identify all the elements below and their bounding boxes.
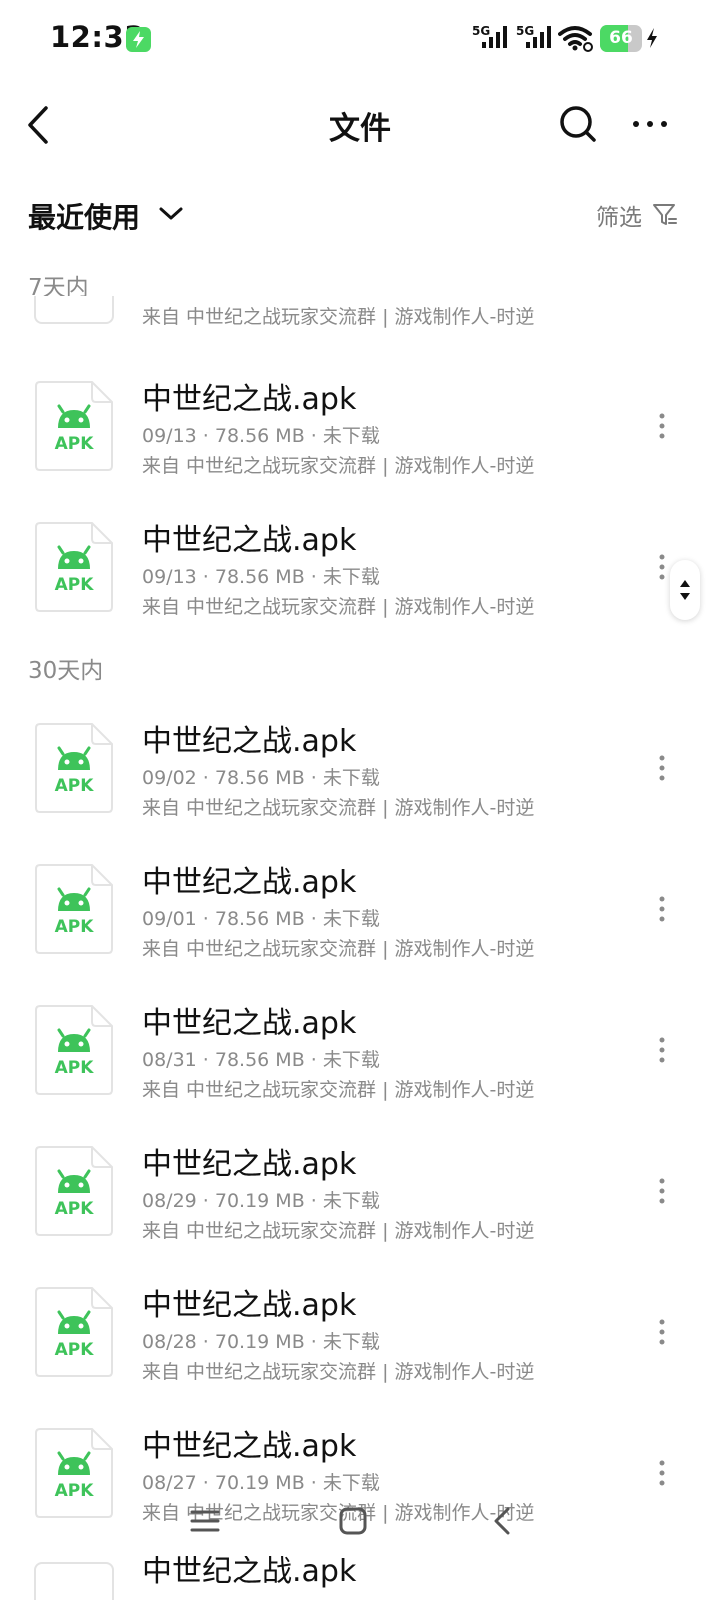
battery-level: 66 xyxy=(609,28,633,48)
file-source: 来自 中世纪之战玩家交流群 | 游戏制作人-时逆 xyxy=(142,1220,535,1242)
network-type-label: 5G xyxy=(516,24,535,38)
menu-icon[interactable] xyxy=(190,1508,220,1534)
file-name: 中世纪之战.apk xyxy=(142,865,357,900)
apk-label: APK xyxy=(54,776,94,796)
file-name: 中世纪之战.apk xyxy=(142,724,357,759)
scroll-arrows-icon xyxy=(680,580,690,600)
apk-label: APK xyxy=(54,1199,94,1219)
cellular-signal-icon: 5G xyxy=(516,24,556,54)
file-source: 来自 中世纪之战玩家交流群 | 游戏制作人-时逆 xyxy=(142,797,535,819)
file-meta: 09/01 · 78.56 MB · 未下载 xyxy=(142,908,380,930)
section-header-30-days: 30天内 xyxy=(28,658,104,684)
file-list-item[interactable]: APK 中世纪之战.apk 08/29 · 70.19 MB · 未下载 来自 … xyxy=(0,1131,720,1272)
battery-indicator: 66 xyxy=(600,25,642,52)
app-header: 文件 xyxy=(0,80,720,170)
file-source: 来自 中世纪之战玩家交流群 | 游戏制作人-时逆 xyxy=(142,1361,535,1383)
system-nav-bar xyxy=(0,1490,720,1560)
filter-button[interactable]: 筛选 xyxy=(596,198,677,234)
file-list-item[interactable]: APK 中世纪之战.apk 09/13 · 78.56 MB · 未下载 来自 … xyxy=(0,507,720,648)
file-name: 中世纪之战.apk xyxy=(142,1556,357,1589)
more-vertical-icon[interactable] xyxy=(650,1030,674,1070)
search-button[interactable] xyxy=(556,102,600,146)
apk-file-icon: APK xyxy=(34,1145,114,1237)
more-vertical-icon[interactable] xyxy=(650,1453,674,1493)
more-vertical-icon[interactable] xyxy=(650,406,674,446)
apk-label: APK xyxy=(54,1058,94,1078)
file-source: 来自 中世纪之战玩家交流群 | 游戏制作人-时逆 xyxy=(142,938,535,960)
file-meta: 08/28 · 70.19 MB · 未下载 xyxy=(142,1331,380,1353)
more-vertical-icon[interactable] xyxy=(650,889,674,929)
apk-file-icon: APK xyxy=(34,863,114,955)
sort-dropdown[interactable]: 最近使用 xyxy=(28,196,140,236)
apk-file-icon xyxy=(34,296,114,324)
file-list-item[interactable]: APK 中世纪之战.apk 08/31 · 78.56 MB · 未下载 来自 … xyxy=(0,990,720,1131)
file-name: 中世纪之战.apk xyxy=(142,1288,357,1323)
power-saving-icon xyxy=(126,27,151,52)
sort-bar: 最近使用 筛选 xyxy=(0,190,720,240)
network-type-label: 5G xyxy=(472,24,491,38)
more-vertical-icon[interactable] xyxy=(650,1312,674,1352)
apk-file-icon: APK xyxy=(34,722,114,814)
file-list-item[interactable]: 中世纪之战.apk xyxy=(0,1556,720,1600)
file-name: 中世纪之战.apk xyxy=(142,1429,357,1464)
file-meta: 08/29 · 70.19 MB · 未下载 xyxy=(142,1190,380,1212)
file-source: 来自 中世纪之战玩家交流群 | 游戏制作人-时逆 xyxy=(142,1079,535,1101)
file-source: 来自 中世纪之战玩家交流群 | 游戏制作人-时逆 xyxy=(142,455,535,477)
file-meta: 09/02 · 78.56 MB · 未下载 xyxy=(142,767,380,789)
file-meta: 09/13 · 78.56 MB · 未下载 xyxy=(142,566,380,588)
status-bar: 12:33 5G 5G 66 xyxy=(0,0,720,78)
wifi-icon xyxy=(558,24,594,56)
more-options-button[interactable] xyxy=(628,102,672,146)
apk-file-icon: APK xyxy=(34,1286,114,1378)
file-list-item[interactable]: APK 中世纪之战.apk 09/01 · 78.56 MB · 未下载 来自 … xyxy=(0,849,720,990)
more-vertical-icon[interactable] xyxy=(650,1171,674,1211)
chevron-down-icon[interactable] xyxy=(158,204,184,224)
apk-file-icon: APK xyxy=(34,521,114,613)
file-source: 来自 中世纪之战玩家交流群 | 游戏制作人-时逆 xyxy=(142,596,535,618)
more-horizontal-icon xyxy=(633,121,667,127)
charging-icon xyxy=(645,27,659,53)
apk-label: APK xyxy=(54,917,94,937)
file-name: 中世纪之战.apk xyxy=(142,523,357,558)
file-list-item[interactable]: APK 中世纪之战.apk 09/02 · 78.56 MB · 未下载 来自 … xyxy=(0,708,720,849)
cellular-signal-icon: 5G xyxy=(472,24,512,54)
file-name: 中世纪之战.apk xyxy=(142,1147,357,1182)
file-name: 中世纪之战.apk xyxy=(142,1006,357,1041)
file-meta: 08/31 · 78.56 MB · 未下载 xyxy=(142,1049,380,1071)
apk-label: APK xyxy=(54,1340,94,1360)
file-source: 来自 中世纪之战玩家交流群 | 游戏制作人-时逆 xyxy=(142,306,535,328)
filter-label: 筛选 xyxy=(596,205,642,231)
apk-file-icon: APK xyxy=(34,1004,114,1096)
file-list-item[interactable]: APK 中世纪之战.apk 08/28 · 70.19 MB · 未下载 来自 … xyxy=(0,1272,720,1413)
page-title: 文件 xyxy=(329,111,391,147)
apk-file-icon xyxy=(34,1562,114,1600)
apk-label: APK xyxy=(54,575,94,595)
apk-label: APK xyxy=(54,434,94,454)
apk-file-icon: APK xyxy=(34,380,114,472)
filter-icon xyxy=(653,204,677,225)
back-icon[interactable] xyxy=(490,1506,514,1536)
file-list-item[interactable]: APK 中世纪之战.apk 09/13 · 78.56 MB · 未下载 来自 … xyxy=(0,366,720,507)
more-vertical-icon[interactable] xyxy=(650,748,674,788)
file-meta: 09/13 · 78.56 MB · 未下载 xyxy=(142,425,380,447)
fast-scroll-handle[interactable] xyxy=(670,560,700,620)
home-icon[interactable] xyxy=(338,1506,368,1536)
search-icon xyxy=(560,106,596,142)
file-name: 中世纪之战.apk xyxy=(142,382,357,417)
